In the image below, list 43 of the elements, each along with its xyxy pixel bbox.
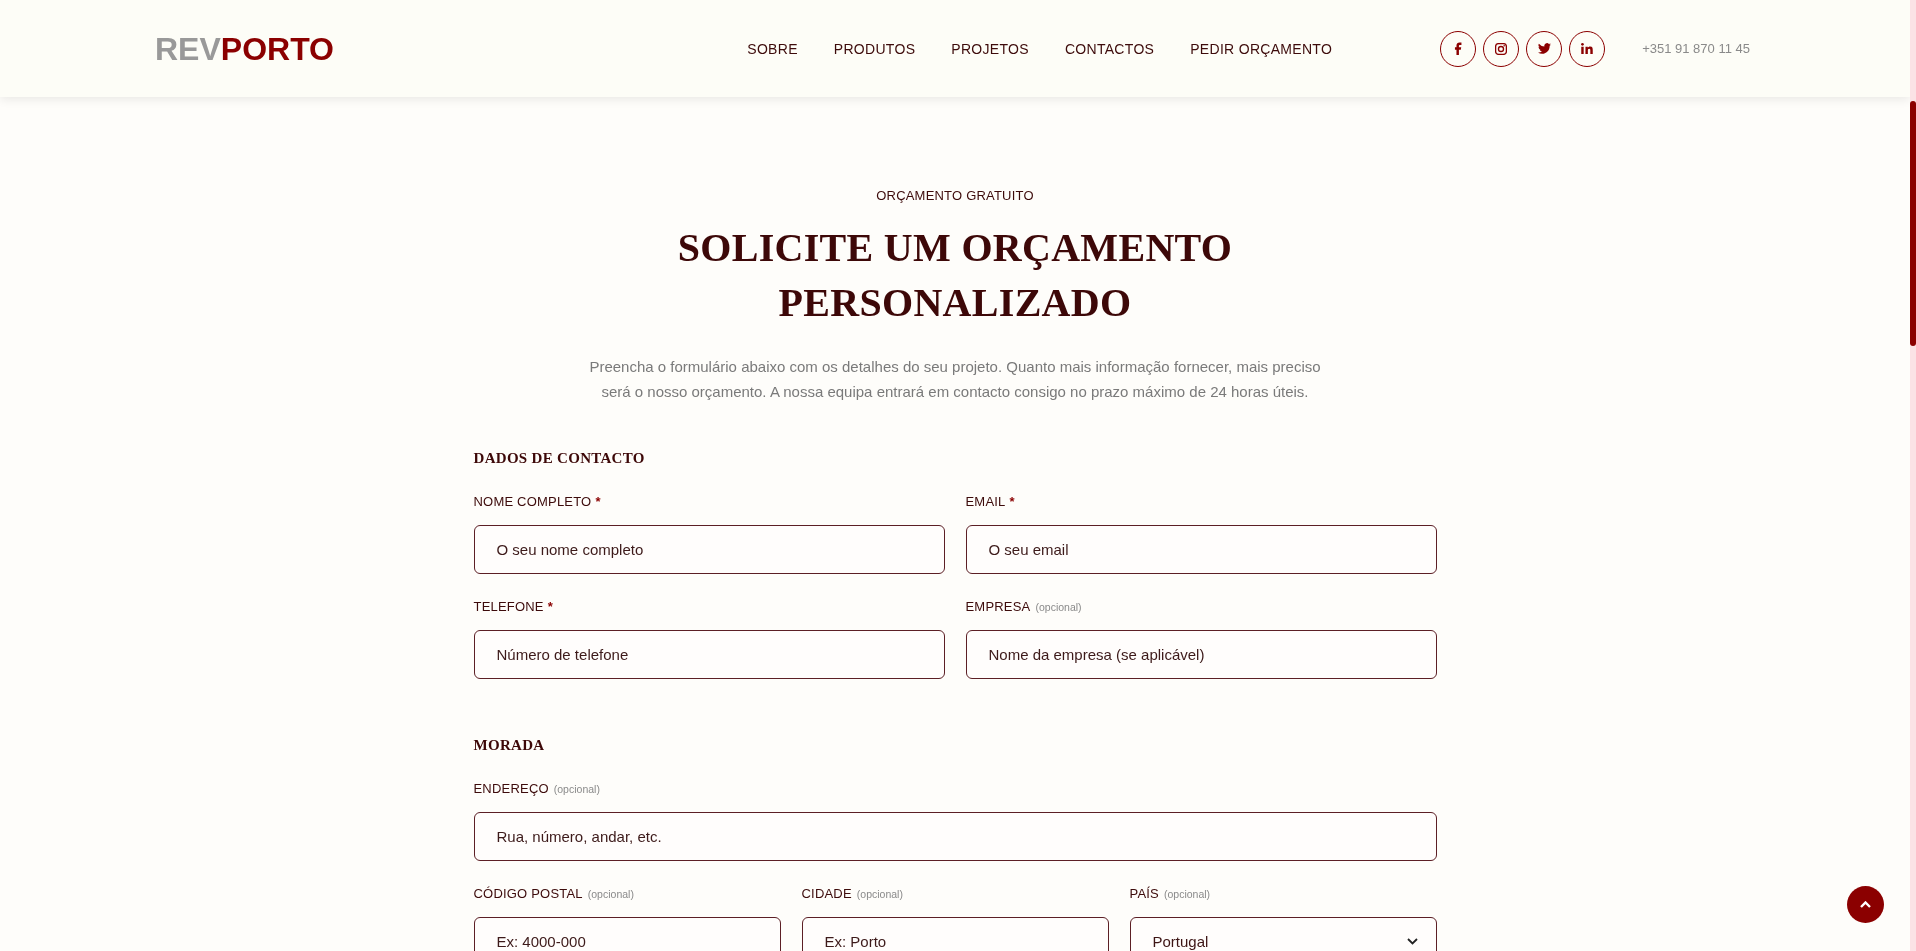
back-to-top-button[interactable] — [1847, 886, 1884, 923]
nav-link[interactable]: PROJETOS — [951, 40, 1029, 57]
nav-link[interactable]: CONTACTOS — [1064, 40, 1155, 57]
optional-hint: (opcional) — [587, 886, 634, 902]
input-field[interactable]: Rua, número, andar, etc. — [473, 811, 1437, 861]
page-title: SOLICITE UM ORÇAMENTO PERSONALIZADO — [676, 224, 1234, 327]
optional-hint: (opcional) — [553, 781, 600, 797]
input-field[interactable]: Número de telefone — [473, 629, 945, 679]
optional-hint: (opcional) — [1035, 599, 1082, 615]
instagram-icon — [1495, 42, 1508, 55]
logo[interactable]: REVPORTO — [155, 32, 334, 65]
optional-hint: (opcional) — [856, 886, 903, 902]
required-mark: * — [547, 597, 553, 616]
input-field[interactable]: Ex: 4000-000 — [473, 916, 781, 951]
scrollbar-thumb[interactable] — [1910, 101, 1916, 346]
field-label: CIDADE — [801, 884, 852, 903]
section-heading: DADOS DE CONTACTO — [473, 448, 646, 468]
twitter-icon — [1537, 43, 1551, 54]
nav-link[interactable]: PEDIR ORÇAMENTO — [1190, 40, 1333, 57]
field-label: TELEFONE — [473, 597, 544, 616]
required-mark: * — [595, 492, 601, 511]
input-field[interactable]: O seu nome completo — [473, 524, 945, 574]
field-label: NOME COMPLETO — [473, 492, 592, 511]
field-label: CÓDIGO POSTAL — [473, 884, 583, 903]
chevron-up-icon — [1860, 901, 1871, 908]
nav-link[interactable]: PRODUTOS — [833, 40, 916, 57]
field-label: ENDEREÇO — [473, 779, 549, 798]
intro-paragraph: Preencha o formulário abaixo com os detalhes do seu projeto. Quanto mais informação fornecer, mais preciso será o nosso orçamento. A nossa equipa entrará em contacto consigo no prazo máximo de 24 horas úteis. — [588, 357, 1322, 402]
linkedin-icon — [1581, 43, 1594, 54]
optional-hint: (opcional) — [1163, 886, 1211, 902]
eyebrow-text: ORÇAMENTO GRATUITO — [876, 188, 1034, 204]
field-label: EMAIL — [965, 492, 1006, 511]
input-field[interactable]: Ex: Porto — [801, 916, 1109, 951]
section-heading: MORADA — [473, 735, 546, 755]
select-field[interactable]: Portugal — [1129, 916, 1437, 951]
required-mark: * — [1009, 492, 1015, 511]
field-label: EMPRESA — [965, 597, 1031, 616]
input-field[interactable]: Nome da empresa (se aplicável) — [965, 629, 1437, 679]
field-label: PAÍS — [1129, 884, 1159, 903]
nav-link[interactable]: SOBRE — [747, 40, 798, 57]
chevron-down-icon — [1406, 937, 1418, 945]
facebook-icon — [1454, 42, 1463, 55]
input-field[interactable]: O seu email — [965, 524, 1437, 574]
